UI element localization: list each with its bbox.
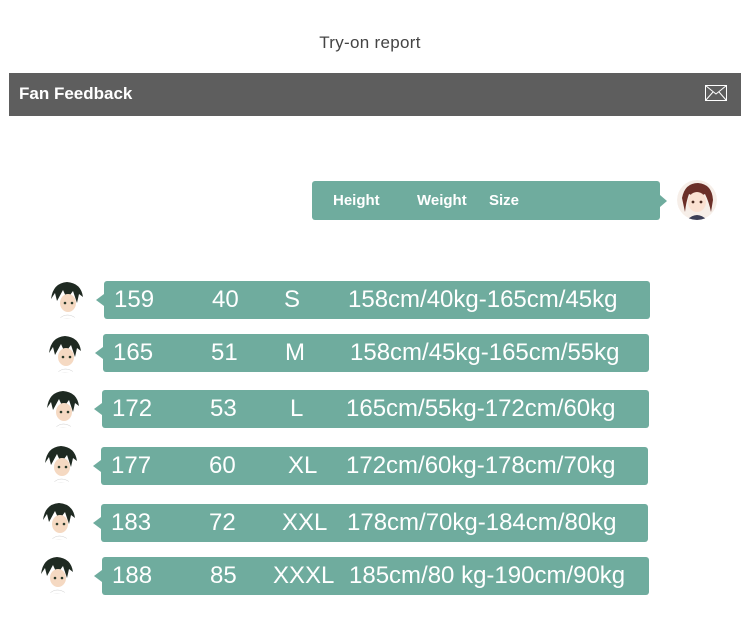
weight-value: 85 (210, 562, 237, 589)
avatar-boy (41, 443, 81, 483)
weight-value: 53 (210, 395, 237, 422)
fan-feedback-title: Fan Feedback (19, 84, 133, 103)
size-value: XL (288, 452, 318, 479)
height-value: 172 (112, 395, 153, 422)
height-header: Height (333, 192, 380, 209)
weight-value: 60 (209, 452, 236, 479)
height-value: 159 (114, 286, 155, 313)
range-value: 158cm/45kg-165cm/55kg (350, 339, 620, 366)
weight-value: 51 (211, 339, 238, 366)
height-value: 188 (112, 562, 153, 589)
range-value: 178cm/70kg-184cm/80kg (347, 509, 617, 536)
range-value: 172cm/60kg-178cm/70kg (346, 452, 616, 479)
table-row: 183 72 XXL 178cm/70kg-184cm/80kg (93, 504, 648, 542)
height-value: 177 (111, 452, 152, 479)
size-value: S (284, 286, 301, 313)
range-value: 165cm/55kg-172cm/60kg (346, 395, 616, 422)
weight-header: Weight (417, 192, 467, 209)
avatar-boy (47, 279, 87, 319)
table-row: 159 40 S 158cm/40kg-165cm/45kg (96, 281, 650, 319)
avatar-boy (39, 500, 79, 540)
fan-feedback-bar: Fan Feedback (9, 73, 741, 116)
range-value: 185cm/80 kg-190cm/90kg (349, 562, 626, 589)
size-value: L (290, 395, 304, 422)
table-row: 177 60 XL 172cm/60kg-178cm/70kg (93, 447, 648, 485)
weight-value: 40 (212, 286, 239, 313)
table-row: 172 53 L 165cm/55kg-172cm/60kg (94, 390, 649, 428)
mail-icon[interactable] (705, 85, 727, 101)
height-value: 183 (111, 509, 152, 536)
avatar-boy (43, 388, 83, 428)
size-value: XXL (282, 509, 328, 536)
size-value: XXXL (273, 562, 335, 589)
avatar-boy (37, 554, 77, 594)
table-row: 165 51 M 158cm/45kg-165cm/55kg (95, 334, 649, 372)
header-bubble: Height Weight Size (312, 181, 667, 220)
size-header: Size (489, 192, 520, 209)
size-value: M (285, 339, 305, 366)
height-value: 165 (113, 339, 154, 366)
avatar-boy (45, 333, 85, 373)
weight-value: 72 (209, 509, 236, 536)
range-value: 158cm/40kg-165cm/45kg (348, 286, 618, 313)
page-title: Try-on report (319, 33, 421, 52)
avatar-girl (677, 180, 717, 220)
table-row: 188 85 XXXL 185cm/80 kg-190cm/90kg (94, 557, 649, 595)
